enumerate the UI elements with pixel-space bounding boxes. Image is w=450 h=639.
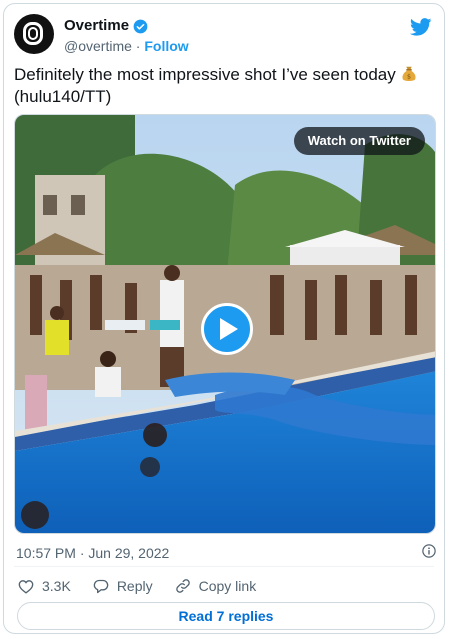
divider xyxy=(14,566,434,567)
account-name[interactable]: Overtime xyxy=(64,17,129,35)
copy-link-label: Copy link xyxy=(198,578,257,594)
account-handle[interactable]: @overtime xyxy=(64,38,132,54)
like-count: 3.3K xyxy=(42,578,71,594)
tweet-card: Overtime @overtime · Follow Definitely t… xyxy=(3,3,445,634)
watch-on-twitter-button[interactable]: Watch on Twitter xyxy=(293,127,425,155)
reply-icon xyxy=(93,579,109,593)
like-button[interactable]: 3.3K xyxy=(18,578,71,594)
tweet-timestamp[interactable]: 10:57 PM · Jun 29, 2022 xyxy=(16,544,169,562)
svg-text:$: $ xyxy=(407,74,411,81)
tweet-text: Definitely the most impressive shot I’ve… xyxy=(14,64,434,108)
play-icon xyxy=(220,318,238,340)
link-icon xyxy=(175,579,190,593)
play-button[interactable] xyxy=(201,303,253,355)
tweet-credit: (hulu140/TT) xyxy=(14,87,112,106)
twitter-bird-icon[interactable] xyxy=(410,18,432,36)
read-replies-button[interactable]: Read 7 replies xyxy=(17,602,435,630)
video-thumbnail[interactable]: Watch on Twitter xyxy=(14,114,436,534)
handle-row: @overtime · Follow xyxy=(64,37,189,55)
follow-link[interactable]: Follow xyxy=(144,38,188,54)
info-icon[interactable] xyxy=(422,544,436,558)
tweet-actions: 3.3K Reply Copy link xyxy=(18,576,278,596)
reply-button[interactable]: Reply xyxy=(93,578,153,594)
tweet-body: Definitely the most impressive shot I’ve… xyxy=(14,65,396,84)
money-bag-icon: $ xyxy=(402,66,416,81)
verified-badge-icon xyxy=(133,19,148,33)
avatar[interactable] xyxy=(14,14,54,54)
copy-link-button[interactable]: Copy link xyxy=(175,578,257,594)
tweet-header: Overtime @overtime · Follow xyxy=(14,14,434,56)
logo-inner xyxy=(28,27,38,40)
handle-separator: · xyxy=(135,38,141,54)
account-name-row[interactable]: Overtime xyxy=(64,17,148,35)
heart-icon xyxy=(18,579,34,594)
reply-label: Reply xyxy=(116,578,153,594)
